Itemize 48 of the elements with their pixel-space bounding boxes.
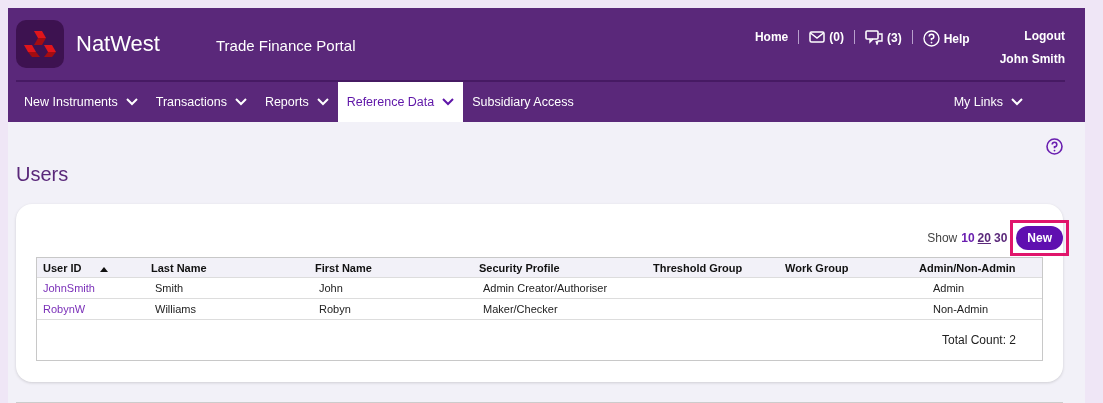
table-cell: Admin xyxy=(933,282,965,294)
table-cell: Smith xyxy=(155,282,184,294)
nav-tab[interactable]: Subsidiary Access xyxy=(463,82,583,122)
notifications-link[interactable]: (3) xyxy=(864,30,902,45)
table-cell: Admin Creator/Authoriser xyxy=(483,282,608,294)
chevron-icon xyxy=(316,98,329,106)
table-cell: Williams xyxy=(155,303,196,315)
chat-icon xyxy=(864,30,883,45)
page-size-link[interactable]: 20 xyxy=(977,231,991,245)
chevron-icon xyxy=(1011,98,1023,106)
nav-tab[interactable]: Reference Data xyxy=(337,82,464,122)
logo-icon[interactable] xyxy=(16,20,64,68)
table-cell: Maker/Checker xyxy=(483,303,558,315)
column-header[interactable]: Work Group xyxy=(779,258,913,278)
chevron-icon xyxy=(442,98,455,106)
user-name: John Smith xyxy=(999,52,1065,66)
column-header[interactable]: Admin/Non-Admin xyxy=(913,258,1042,278)
messages-link[interactable]: (0) xyxy=(809,30,844,44)
help-link[interactable]: Help xyxy=(922,30,970,47)
show-label: Show xyxy=(927,231,958,245)
page-title: Users xyxy=(16,162,70,186)
column-header[interactable]: Last Name xyxy=(145,258,309,278)
column-header[interactable]: Threshold Group xyxy=(647,258,779,278)
chevron-icon xyxy=(125,98,138,106)
column-header[interactable]: Security Profile xyxy=(473,258,647,278)
nav-tab[interactable]: New Instruments xyxy=(16,82,147,122)
nav-tab[interactable]: Reports xyxy=(255,82,338,122)
table-cell: Robyn xyxy=(319,303,351,315)
user-id-link[interactable]: RobynW xyxy=(43,303,86,315)
page-size-link[interactable]: 30 xyxy=(993,231,1008,245)
user-id-link[interactable]: JohnSmith xyxy=(43,282,95,294)
help-icon xyxy=(922,30,940,47)
column-header[interactable]: First Name xyxy=(309,258,473,278)
logout-link[interactable]: Logout xyxy=(1024,29,1065,43)
nav-tab[interactable]: Transactions xyxy=(146,82,256,122)
new-button[interactable]: New xyxy=(1016,226,1063,250)
column-header[interactable]: User ID xyxy=(37,258,145,278)
page-size-link[interactable]: 10 xyxy=(961,231,975,245)
brand-name: NatWest xyxy=(76,31,160,57)
chevron-icon xyxy=(234,98,247,106)
table-cell: Non-Admin xyxy=(933,303,989,315)
my-links-menu[interactable]: My Links xyxy=(944,82,1065,122)
envelope-icon xyxy=(809,31,826,43)
total-count: Total Count: 2 xyxy=(941,333,1016,347)
help-icon[interactable] xyxy=(1046,138,1063,155)
home-link[interactable]: Home xyxy=(754,30,789,44)
portal-title: Trade Finance Portal xyxy=(215,36,356,54)
table-cell: John xyxy=(319,282,343,294)
